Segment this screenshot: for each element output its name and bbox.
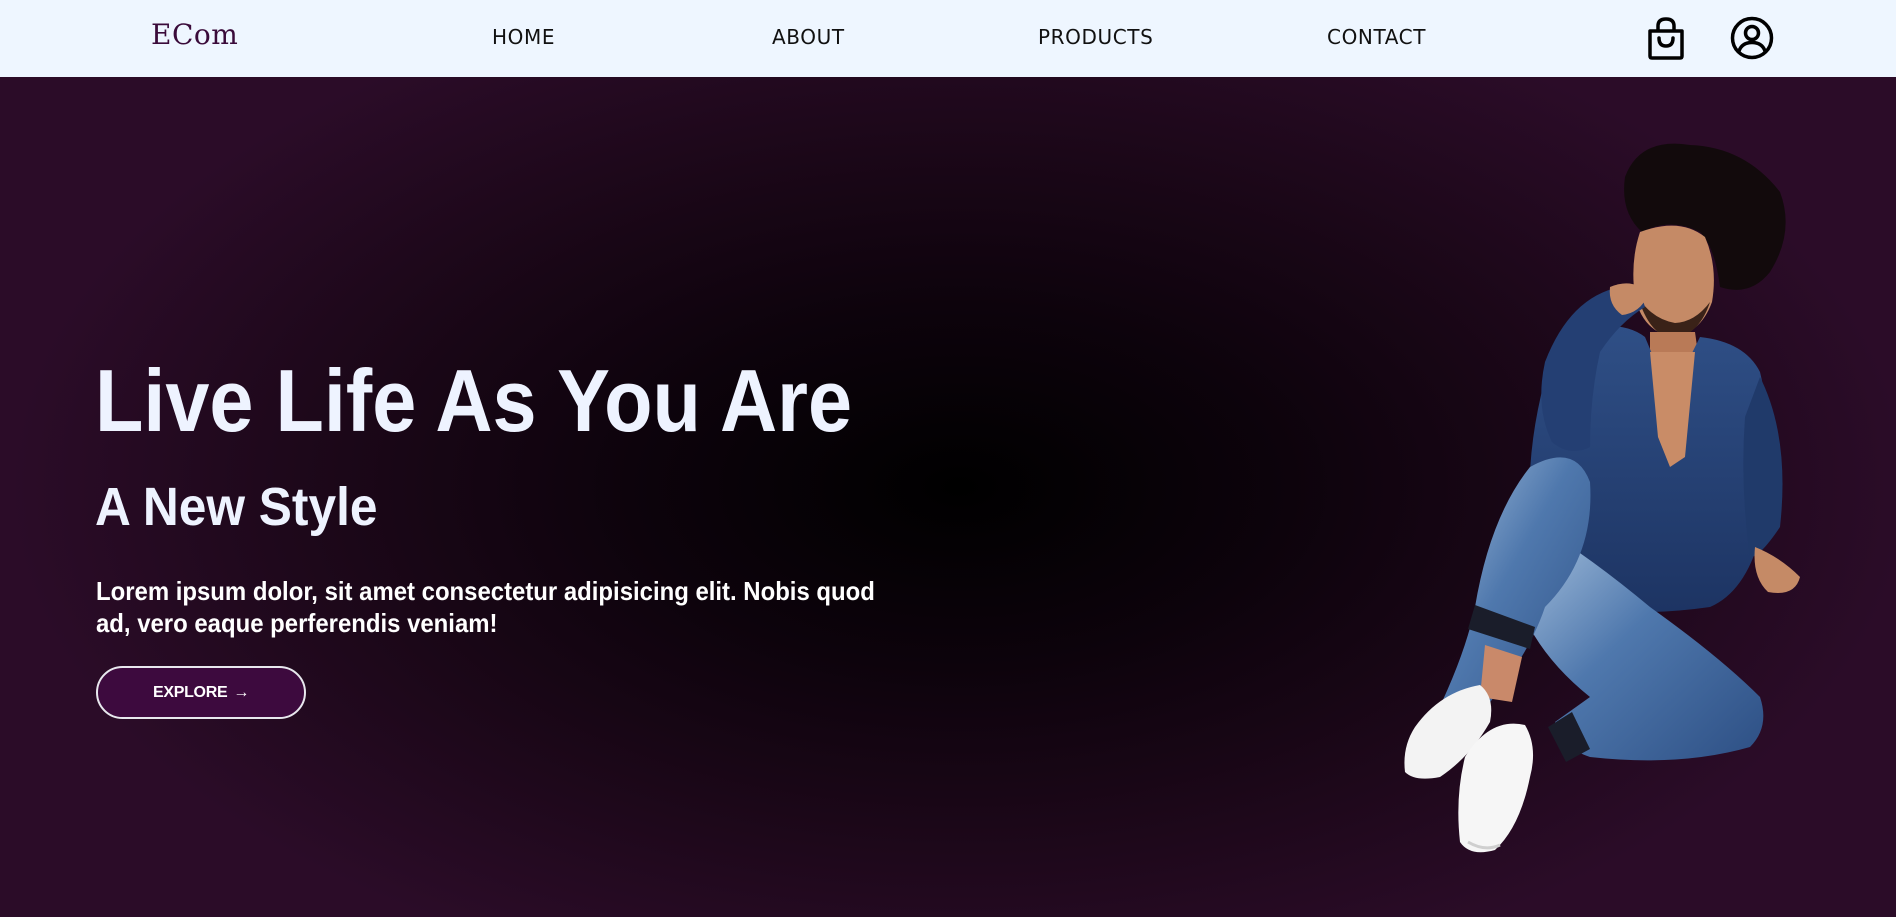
nav-link-products[interactable]: PRODUCTS <box>1038 25 1153 49</box>
arrow-right-icon: → <box>233 683 250 701</box>
brand-logo[interactable]: ECom <box>151 18 238 51</box>
nav-link-home[interactable]: HOME <box>492 25 555 49</box>
nav-link-contact[interactable]: CONTACT <box>1327 25 1426 49</box>
hero-section: Live Life As You Are A New Style Lorem i… <box>0 77 1896 917</box>
hero-description: Lorem ipsum dolor, sit amet consectetur … <box>96 576 875 638</box>
nav-link-about[interactable]: ABOUT <box>772 25 845 49</box>
hero-subtitle: A New Style <box>95 477 378 537</box>
explore-button-label: EXPLORE <box>152 683 228 701</box>
navbar: ECom HOME ABOUT PRODUCTS CONTACT <box>0 0 1896 77</box>
shopping-bag-icon[interactable] <box>1642 14 1690 62</box>
explore-button[interactable]: EXPLORE → <box>96 666 306 719</box>
user-profile-icon[interactable] <box>1728 14 1776 62</box>
hero-title: Live Life As You Are <box>95 351 853 450</box>
model-image <box>1404 143 1800 853</box>
